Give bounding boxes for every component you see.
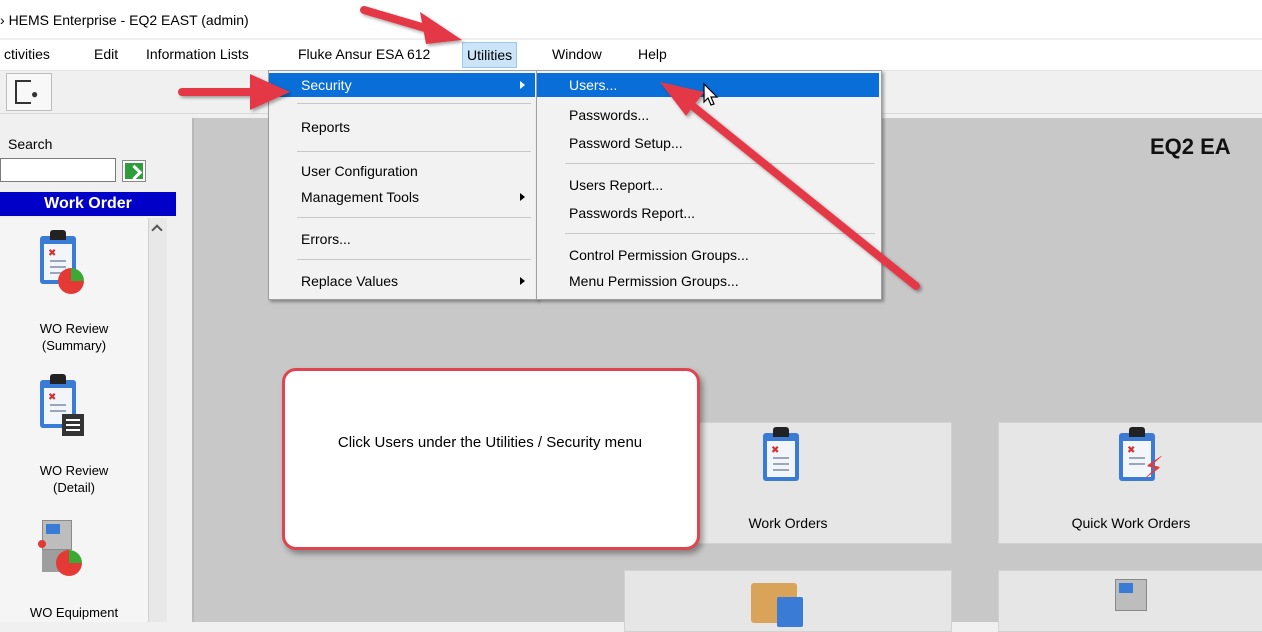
- green-arrow-icon: [125, 163, 143, 179]
- list-item-wo-review-summary[interactable]: WO Review (Summary): [4, 320, 144, 354]
- menu-item-management-tools[interactable]: Management Tools: [269, 185, 535, 209]
- menu-item-users-report[interactable]: Users Report...: [537, 173, 879, 197]
- list-item-wo-review-detail[interactable]: WO Review (Detail): [4, 462, 144, 496]
- callout-text: Click Users under the Utilities / Securi…: [337, 434, 643, 451]
- submenu-arrow-icon: [520, 193, 525, 201]
- exit-arrow-icon: ●: [31, 87, 39, 101]
- menu-item-user-configuration[interactable]: User Configuration: [269, 159, 535, 183]
- menu-item-reports[interactable]: Reports: [269, 115, 535, 139]
- instruction-callout: Click Users under the Utilities / Securi…: [282, 368, 700, 550]
- mouse-cursor-icon: [703, 82, 719, 106]
- list-item-wo-equipment[interactable]: WO Equipment: [4, 604, 144, 621]
- search-input[interactable]: [0, 158, 116, 182]
- search-go-button[interactable]: [122, 160, 146, 182]
- tile-equipment[interactable]: [998, 570, 1262, 632]
- submenu-arrow-icon: [520, 81, 525, 89]
- utilities-menu: Security Reports User Configuration Mana…: [268, 70, 538, 300]
- menu-item-security[interactable]: Security: [269, 73, 535, 97]
- menu-item-replace-values[interactable]: Replace Values: [269, 269, 535, 293]
- menu-window[interactable]: Window: [548, 46, 606, 62]
- menu-fluke-ansur[interactable]: Fluke Ansur ESA 612: [294, 46, 434, 62]
- list-scrollbar[interactable]: [148, 218, 167, 622]
- menu-edit[interactable]: Edit: [90, 46, 122, 62]
- search-label: Search: [8, 136, 53, 152]
- menu-information-lists[interactable]: Information Lists: [142, 46, 253, 62]
- menu-item-password-setup[interactable]: Password Setup...: [537, 131, 879, 155]
- workspace-title: EQ2 EA: [1150, 134, 1231, 159]
- window-title: › HEMS Enterprise - EQ2 EAST (admin): [0, 12, 249, 28]
- title-bar: › HEMS Enterprise - EQ2 EAST (admin): [0, 0, 1262, 38]
- menu-item-passwords-report[interactable]: Passwords Report...: [537, 201, 879, 225]
- menu-help[interactable]: Help: [634, 46, 671, 62]
- menu-item-menu-permission-groups[interactable]: Menu Permission Groups...: [537, 269, 879, 293]
- work-order-header: Work Order: [0, 192, 176, 216]
- menu-activities[interactable]: ctivities: [0, 46, 54, 62]
- exit-button[interactable]: ●: [6, 73, 52, 111]
- scroll-up-icon[interactable]: [151, 224, 163, 236]
- menu-bar: ctivities Edit Information Lists Fluke A…: [0, 40, 1262, 71]
- exit-door-icon: [15, 80, 31, 104]
- menu-item-control-permission-groups[interactable]: Control Permission Groups...: [537, 243, 879, 267]
- tile-box[interactable]: [624, 570, 952, 632]
- menu-item-errors[interactable]: Errors...: [269, 227, 535, 251]
- submenu-arrow-icon: [520, 277, 525, 285]
- tile-quick-work-orders[interactable]: ✖ ⚡ Quick Work Orders: [998, 422, 1262, 544]
- tile-label: Quick Work Orders: [1071, 515, 1191, 531]
- menu-utilities[interactable]: Utilities: [462, 42, 518, 68]
